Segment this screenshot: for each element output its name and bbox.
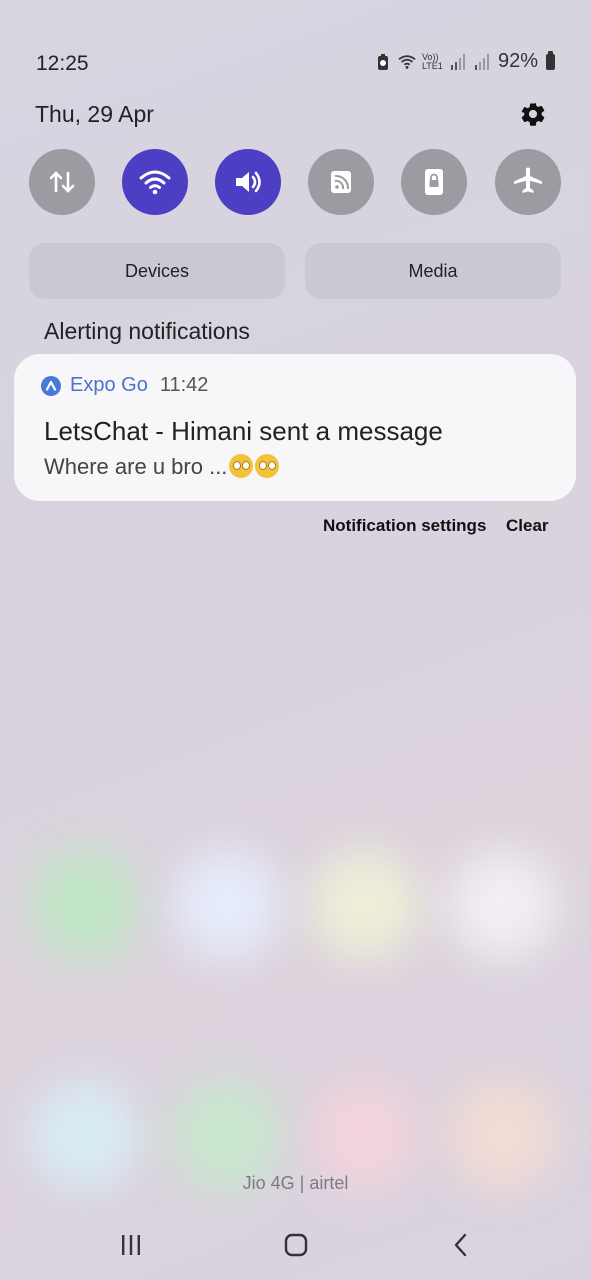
carrier-label: Jio 4G | airtel [242,1173,349,1193]
recent-apps-button[interactable] [108,1222,154,1268]
devices-label: Devices [124,260,190,281]
notification-app-name: Expo Go [70,374,148,396]
blurred-app-icon [172,850,282,960]
toggle-rss[interactable] [308,149,374,215]
expo-go-icon [41,375,61,396]
toggle-sound[interactable] [215,149,281,215]
clear-button[interactable]: Clear [506,516,549,536]
navigation-bar [0,1222,591,1268]
toggle-airplane[interactable] [495,149,561,215]
blurred-app-icon [310,850,420,960]
date-label: Thu, 29 Apr [35,101,154,127]
home-button[interactable] [273,1222,319,1268]
signal-icon [450,53,465,70]
status-bar: 12:25 Vo)) LTE1 92% [0,0,591,80]
battery-icon [546,50,555,70]
notification-settings-button[interactable]: Notification settings [323,516,486,536]
alerting-notifications-title: Alerting notifications [44,318,250,344]
home-icon [284,1233,308,1257]
wifi-status-icon [398,54,416,69]
media-label: Media [408,260,458,281]
notification-time: 11:42 [159,374,209,396]
blurred-app-icon [448,850,558,960]
toggle-wifi[interactable] [122,149,188,215]
recent-apps-icon [122,1235,140,1255]
data-transfer-icon [49,171,75,193]
media-button[interactable]: Media [305,243,561,299]
status-icons: Vo)) LTE1 92% [374,50,555,73]
eye-roll-emoji-icon [255,454,280,478]
signal-icon-2 [474,53,489,70]
volte-label: Vo)) LTE1 [421,51,443,71]
settings-gear-icon[interactable] [519,100,547,128]
quick-toggles [29,149,561,215]
back-icon [454,1233,467,1257]
notification-body: Where are u bro ... [44,454,280,480]
battery-saver-icon [377,53,388,70]
rss-icon [331,171,351,193]
devices-button[interactable]: Devices [29,243,285,299]
blurred-app-icon [30,850,140,960]
portrait-lock-icon [425,169,443,195]
notification-header: Expo Go 11:42 [41,374,208,397]
back-button[interactable] [438,1222,484,1268]
speaker-icon [236,171,261,193]
notification-title: LetsChat - Himani sent a message [44,416,443,446]
status-time: 12:25 [36,52,89,75]
wifi-icon [139,170,171,195]
battery-percent: 92% [497,50,538,72]
airplane-icon [514,167,542,193]
toggle-mobile-data[interactable] [29,149,95,215]
notification-body-text: Where are u bro ... [44,454,228,479]
notification-card[interactable]: Expo Go 11:42 LetsChat - Himani sent a m… [14,354,576,501]
eye-roll-emoji-icon [229,454,254,478]
toggle-lock[interactable] [401,149,467,215]
